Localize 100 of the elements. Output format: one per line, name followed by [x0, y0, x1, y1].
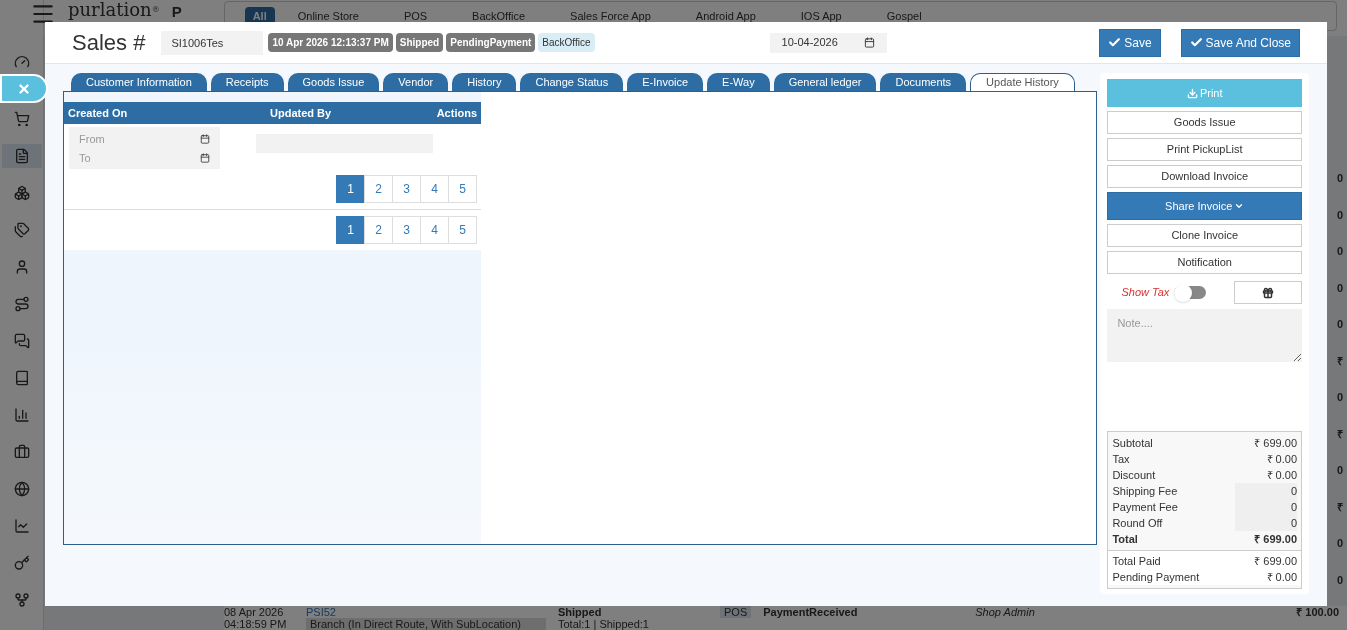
page-button[interactable]: 3 — [392, 175, 421, 203]
tab[interactable]: Documents — [880, 73, 967, 91]
globe-icon — [13, 481, 30, 497]
total-value: ₹ 699.00 — [1254, 531, 1297, 547]
dialog-title: Sales # — [72, 29, 146, 57]
channel-tab[interactable]: Sales Force App — [548, 6, 673, 26]
tab[interactable]: Update History — [970, 73, 1075, 91]
calendar-icon — [863, 37, 875, 48]
fee-field[interactable]: 0 — [1235, 515, 1297, 531]
line-chart-icon — [13, 518, 30, 534]
sidebar-item[interactable] — [1, 144, 42, 168]
book-icon — [13, 370, 30, 386]
page-button[interactable]: 3 — [392, 216, 421, 244]
order-time: 04:18:59 PM — [224, 618, 288, 630]
amount-fragment: ₹ — [1336, 426, 1343, 442]
amount-fragment: 0 — [1336, 280, 1343, 296]
status-badge: PendingPayment — [446, 33, 536, 52]
payment-label: Total Paid — [1112, 553, 1161, 569]
tab[interactable]: Goods Issue — [287, 73, 380, 91]
check-icon — [1189, 36, 1203, 49]
action-button[interactable]: Print PickupList — [1107, 138, 1302, 161]
payment-value: ₹ 699.00 — [1254, 553, 1297, 569]
order-date: 08 Apr 2026 — [224, 606, 285, 618]
logo: purlation$^{®}$ — [68, 1, 160, 19]
tab[interactable]: General ledger — [773, 73, 877, 91]
tab[interactable]: Vendor — [383, 73, 449, 91]
channel-tab[interactable]: Android App — [673, 6, 778, 26]
action-button[interactable]: Share Invoice — [1107, 192, 1302, 220]
from-date-field[interactable]: From — [79, 129, 210, 149]
gift-button[interactable] — [1234, 281, 1302, 304]
tab[interactable]: Change Status — [520, 73, 624, 91]
tax-toggle[interactable] — [1174, 286, 1207, 299]
page-button[interactable]: 2 — [364, 216, 393, 244]
show-tax-label: Show Tax — [1121, 285, 1170, 301]
channel-tab[interactable]: IOS App — [778, 6, 864, 26]
caret-icon — [1234, 201, 1245, 211]
key-icon — [13, 555, 30, 571]
order-number-field[interactable]: SI1006Tes — [161, 30, 264, 55]
page-button[interactable]: 1 — [336, 216, 365, 244]
tab[interactable]: History — [452, 73, 517, 91]
fee-field[interactable]: 0 — [1235, 499, 1297, 515]
close-icon — [17, 81, 31, 96]
amount-fragment: 0 — [1336, 317, 1343, 332]
column-header: Updated By — [270, 105, 333, 121]
total-label: Discount — [1112, 467, 1156, 483]
total-label: Subtotal — [1112, 435, 1153, 451]
total-label: Payment Fee — [1112, 499, 1178, 515]
page-button[interactable]: 4 — [420, 175, 449, 203]
calendar-icon — [200, 134, 210, 144]
tab[interactable]: Receipts — [210, 73, 284, 91]
status-badge: BackOffice — [538, 33, 595, 52]
save-button[interactable]: Save And Close — [1180, 28, 1300, 57]
branch-badge: Branch (In Direct Route, With SubLocation) — [306, 618, 546, 630]
date-field[interactable]: 10-04-2026 — [769, 32, 887, 53]
bar-chart-icon — [13, 407, 30, 423]
order-number: PSI52 — [306, 606, 337, 618]
payment-label: Pending Payment — [1112, 569, 1200, 585]
order-counts: Total:1 | Shipped:1 — [558, 618, 650, 630]
tags-icon — [13, 222, 30, 238]
channel-tab[interactable]: Gospel — [864, 6, 944, 26]
document-icon — [13, 148, 30, 164]
amount-fragment: 0 — [1336, 572, 1343, 588]
to-date-field[interactable]: To — [79, 149, 210, 167]
order-status: Shipped — [558, 606, 603, 618]
tab[interactable]: E-Invoice — [627, 73, 704, 91]
total-label: Shipping Fee — [1112, 483, 1178, 499]
note-field[interactable]: Note.... — [1107, 309, 1302, 362]
close-button[interactable] — [0, 74, 48, 103]
page-button[interactable]: 2 — [364, 175, 393, 203]
status-badge: 10 Apr 2026 12:13:37 PM — [268, 33, 393, 52]
page-button[interactable]: 5 — [448, 175, 477, 203]
action-button[interactable]: Notification — [1107, 251, 1302, 274]
action-button[interactable]: Clone Invoice — [1107, 224, 1302, 247]
channel-tab[interactable]: Online Store — [275, 6, 381, 26]
page-button[interactable]: 5 — [448, 216, 477, 244]
action-button[interactable]: Goods Issue — [1107, 111, 1302, 134]
logo-tail: P — [171, 2, 182, 22]
save-button[interactable]: Save — [1099, 28, 1161, 57]
amount-fragment: 0 — [1336, 244, 1343, 259]
page-button[interactable]: 1 — [336, 175, 365, 203]
channel-tab[interactable]: POS — [381, 6, 450, 26]
amount-fragment: ₹ — [1336, 353, 1343, 369]
channel-tab[interactable]: BackOffice — [450, 6, 548, 26]
tab[interactable]: E-Way — [707, 73, 770, 91]
page-button[interactable]: 4 — [420, 216, 449, 244]
tab[interactable]: Customer Information — [71, 73, 207, 91]
amount-fragment: 0 — [1336, 207, 1343, 223]
action-button[interactable]: Download Invoice — [1107, 165, 1302, 188]
amount-fragment: 0 — [1336, 171, 1343, 186]
chat-icon — [13, 333, 30, 349]
order-amount: ₹ 100.00 — [1296, 606, 1340, 618]
payment-status: PaymentReceived — [763, 606, 859, 618]
total-value: ₹ 699.00 — [1254, 435, 1297, 451]
total-value: ₹ 0.00 — [1266, 467, 1297, 483]
download-icon — [1186, 87, 1198, 99]
cart-icon — [13, 111, 30, 127]
check-icon — [1108, 36, 1122, 49]
total-value: ₹ 0.00 — [1266, 451, 1297, 467]
created-by: Shop Admin — [975, 606, 1036, 618]
fee-field[interactable]: 0 — [1235, 483, 1297, 499]
